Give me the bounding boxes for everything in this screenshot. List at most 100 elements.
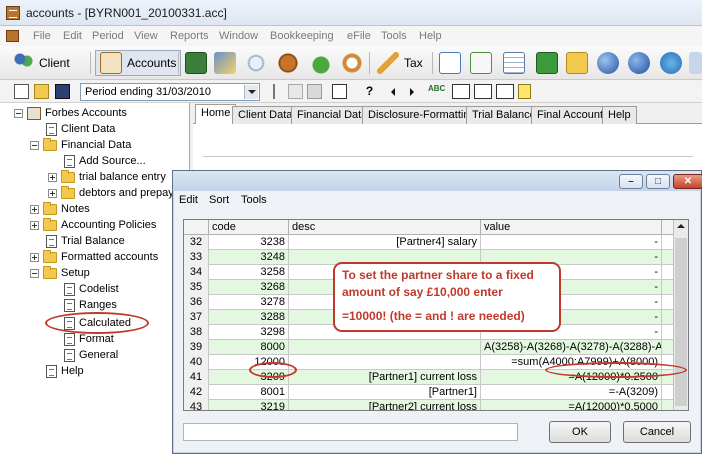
client-button[interactable]: Client [8,50,74,76]
table-row[interactable]: 43 3219 [Partner2] current loss =A(12000)*0… [184,400,674,410]
grid-cell-code[interactable]: 3278 [209,295,289,310]
tree-root[interactable]: Forbes Accounts [14,105,127,121]
xbrl-icon[interactable] [474,84,492,99]
expand-icon[interactable] [30,204,39,214]
menu-window[interactable]: Window [219,30,258,42]
expand-icon[interactable] [48,172,57,182]
tree-item-client-data[interactable]: Client Data [46,121,115,137]
open-file-icon[interactable] [34,84,49,99]
grid-cell-code[interactable]: 3268 [209,280,289,295]
tree-item-financial-data[interactable]: Financial Data [30,137,131,153]
tree-item-codelist[interactable]: Codelist [64,281,119,297]
tree-item-notes[interactable]: Notes [30,201,90,217]
menu-period[interactable]: Period [92,30,124,42]
grid-cell-code[interactable]: 3248 [209,250,289,265]
dialog-menu-edit[interactable]: Edit [179,194,198,206]
grid-header-desc[interactable]: desc [289,220,481,235]
maximize-button[interactable]: □ [646,174,670,189]
grid-cell-value[interactable]: A(3258)-A(3268)-A(3278)-A(3288)-A(3298) [481,340,662,355]
tab-help[interactable]: Help [602,106,637,124]
expand-icon[interactable] [30,220,39,230]
open-folder-icon[interactable] [566,52,588,74]
dialog-menu-tools[interactable]: Tools [241,194,267,206]
tax-button[interactable]: Tax [373,50,427,76]
collapse-icon[interactable] [14,108,23,118]
cancel-button[interactable]: Cancel [623,421,691,443]
globe-icon[interactable] [597,52,619,74]
chevron-down-icon[interactable] [244,85,258,99]
cut-icon[interactable] [268,84,283,99]
new-file-icon[interactable] [14,84,29,99]
expand-icon[interactable] [48,188,57,198]
collapse-icon[interactable] [30,140,39,150]
tree-item-debtors-prepay[interactable]: debtors and prepay [48,185,174,201]
spellcheck-icon[interactable]: ABC [428,84,445,99]
menu-tools[interactable]: Tools [381,30,407,42]
dialog-menu-sort[interactable]: Sort [209,194,229,206]
menu-bookkeeping[interactable]: Bookkeeping [270,30,334,42]
ok-button[interactable]: OK [549,421,611,443]
scroll-thumb[interactable] [675,238,687,406]
xbrl-icon[interactable] [452,84,470,99]
grid-cell-desc[interactable] [289,340,481,355]
grid-cell-code[interactable]: 8000 [209,340,289,355]
menu-file[interactable]: File [33,30,51,42]
tree-item-setup[interactable]: Setup [30,265,90,281]
table-row[interactable]: 32 3238 [Partner4] salary - [184,235,674,250]
grid-cell-value[interactable]: =-A(3209) [481,385,662,400]
table-row[interactable]: 42 8001 [Partner1] =-A(3209) [184,385,674,400]
search-people-icon[interactable] [245,52,267,74]
menu-help[interactable]: Help [419,30,442,42]
grid-cell-value[interactable]: =A(12000)*0.5000 [481,400,662,410]
clock-icon[interactable] [341,52,363,74]
grid-cell-desc[interactable]: [Partner1] current loss [289,370,481,385]
grid-cell-code[interactable]: 3238 [209,235,289,250]
grid-cell-code[interactable]: 3298 [209,325,289,340]
more-tools-icon[interactable] [689,52,702,74]
menu-edit[interactable]: Edit [63,30,82,42]
tree-item-help[interactable]: Help [46,363,84,379]
expand-icon[interactable] [30,252,39,262]
table-row[interactable]: 398000 A(3258)-A(3268)-A(3278)-A(3288)-A(… [184,340,674,355]
collapse-icon[interactable] [30,268,39,278]
grid-header-code[interactable]: code [209,220,289,235]
grid-cell-desc[interactable] [289,355,481,370]
menu-view[interactable]: View [134,30,158,42]
help-question-icon[interactable]: ? [362,84,377,99]
grid-cell-desc[interactable]: [Partner1] [289,385,481,400]
print-icon[interactable] [332,84,347,99]
handshake-icon[interactable] [277,52,299,74]
period-select[interactable]: Period ending 31/03/2010 [80,83,260,101]
paste-icon[interactable] [307,84,322,99]
tab-client-data[interactable]: Client Data [232,106,299,124]
note-icon[interactable] [518,84,531,99]
grid-cell-code[interactable]: 3219 [209,400,289,410]
tree-item-trial-balance-entry[interactable]: trial balance entry [48,169,166,185]
minimize-button[interactable]: – [619,174,643,189]
edit-form-icon[interactable] [214,52,236,74]
grid-scrollbar[interactable] [673,220,688,410]
menu-reports[interactable]: Reports [170,30,209,42]
tree-item-trial-balance[interactable]: Trial Balance [46,233,125,249]
internet-explorer-icon[interactable] [660,52,682,74]
grid-cell-code[interactable]: 8001 [209,385,289,400]
tab-home[interactable]: Home [195,104,237,125]
grid-cell-desc[interactable]: [Partner4] salary [289,235,481,250]
previous-arrow-icon[interactable] [387,84,402,99]
tab-financial-data[interactable]: Financial Data [291,106,374,124]
tree-item-general[interactable]: General [64,347,118,363]
tree-item-ranges[interactable]: Ranges [64,297,117,313]
scroll-up-icon[interactable] [675,221,687,233]
grid-cell-code[interactable]: 3288 [209,310,289,325]
refresh-icon[interactable] [536,52,558,74]
notepad-icon[interactable] [439,52,461,74]
grid-icon[interactable] [503,52,525,74]
accounts-button[interactable]: Accounts [95,50,182,76]
money-bag-icon[interactable] [310,52,332,74]
tree-item-formatted-accounts[interactable]: Formatted accounts [30,249,158,265]
grid-cell-value[interactable]: - [481,235,662,250]
checklist-icon[interactable] [470,52,492,74]
system-menu-icon[interactable] [6,30,19,42]
grid-cell-desc[interactable]: [Partner2] current loss [289,400,481,410]
close-button[interactable]: ✕ [673,174,702,189]
